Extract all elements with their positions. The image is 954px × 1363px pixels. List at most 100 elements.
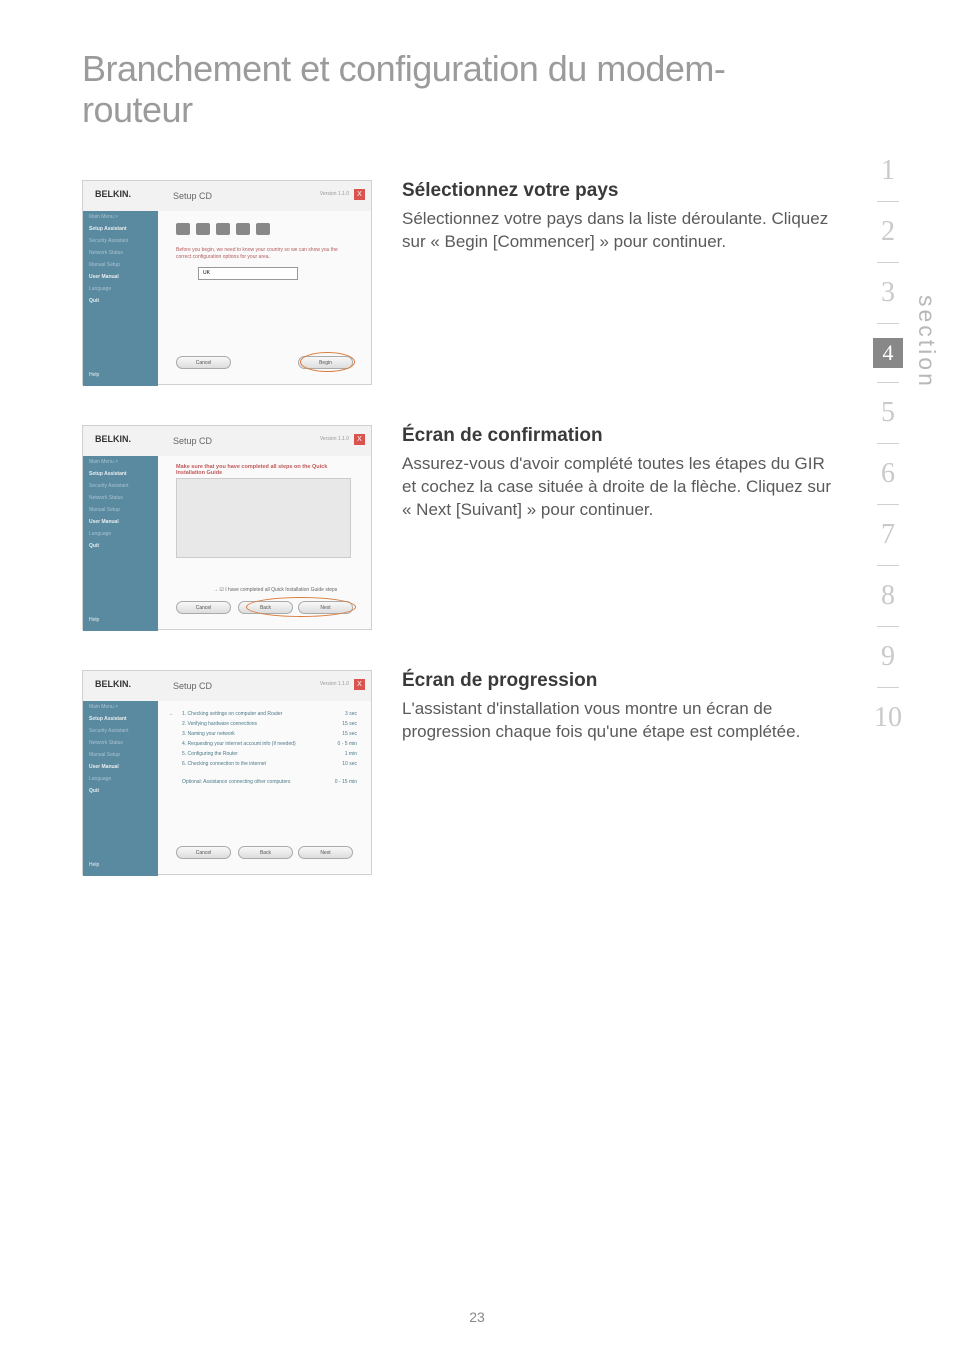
sidebar-quit[interactable]: Quit <box>83 295 158 307</box>
screenshot-main-1: Before you begin, we need to know your c… <box>158 211 371 384</box>
title-line-2: routeur <box>82 89 193 130</box>
modem-icon <box>216 223 230 235</box>
body-3: L'assistant d'installation vous montre u… <box>402 698 842 744</box>
sidebar-help[interactable]: Help <box>89 372 99 378</box>
section-row-2: BELKIN. Setup CD Version 1.1.0 X Main Me… <box>82 425 872 630</box>
sidebar-network-status-2[interactable]: Network Status <box>83 492 158 504</box>
title-line-1: Branchement et configuration du modem- <box>82 48 725 89</box>
sidebar-language-3[interactable]: Language <box>83 773 158 785</box>
page-title: Branchement et configuration du modem- r… <box>82 48 725 131</box>
nav-sep <box>877 565 899 566</box>
screenshot-confirm: BELKIN. Setup CD Version 1.1.0 X Main Me… <box>82 425 372 630</box>
cancel-button-2[interactable]: Cancel <box>176 601 231 614</box>
progress-time-5: 1 min <box>345 751 357 757</box>
nav-2[interactable]: 2 <box>881 216 895 248</box>
back-button-3[interactable]: Back <box>238 846 293 859</box>
progress-time-6: 10 sec <box>342 761 357 767</box>
screenshot-main-2: Make sure that you have completed all st… <box>158 456 371 629</box>
checkbox-text: I have completed all Quick Installation … <box>225 587 337 593</box>
sidebar-help-3[interactable]: Help <box>89 862 99 868</box>
sidebar-language-2[interactable]: Language <box>83 528 158 540</box>
sidebar-user-manual-2[interactable]: User Manual <box>83 516 158 528</box>
section-nav: 1 2 3 4 5 6 7 8 9 10 <box>858 155 918 734</box>
sidebar-setup-assistant[interactable]: Setup Assistant <box>83 223 158 235</box>
confirm-checkbox-label[interactable]: → ☑ I have completed all Quick Installat… <box>213 587 337 593</box>
text-column-1: Sélectionnez votre pays Sélectionnez vot… <box>402 180 872 385</box>
nav-3[interactable]: 3 <box>881 277 895 309</box>
heading-1: Sélectionnez votre pays <box>402 180 842 202</box>
page-number: 23 <box>469 1309 485 1325</box>
nav-4[interactable]: 4 <box>873 338 903 368</box>
highlight-circle-begin <box>300 352 355 372</box>
cancel-button-3[interactable]: Cancel <box>176 846 231 859</box>
progress-label-2: 2. Verifying hardware connections <box>182 721 257 727</box>
nav-8[interactable]: 8 <box>881 580 895 612</box>
sidebar-security-assistant[interactable]: Security Assistant <box>83 235 158 247</box>
country-instruction: Before you begin, we need to know your c… <box>176 247 353 260</box>
progress-time-3: 15 sec <box>342 731 357 737</box>
globe-icon <box>256 223 270 235</box>
brand-label-3: BELKIN. <box>95 679 131 689</box>
version-label-3: Version 1.1.0 <box>320 681 349 687</box>
heading-3: Écran de progression <box>402 670 842 692</box>
nav-sep <box>877 262 899 263</box>
progress-optional-time: 0 - 15 min <box>335 779 357 785</box>
close-icon[interactable]: X <box>354 189 365 200</box>
progress-label-5: 5. Configuring the Router <box>182 751 238 757</box>
section-row-3: BELKIN. Setup CD Version 1.1.0 X Main Me… <box>82 670 872 875</box>
sidebar-setup-assistant-3[interactable]: Setup Assistant <box>83 713 158 725</box>
section-row-1: BELKIN. Setup CD Version 1.1.0 X Main Me… <box>82 180 872 385</box>
progress-item-1: 1. Checking settings on computer and Rou… <box>182 711 357 717</box>
sidebar-setup-assistant-2[interactable]: Setup Assistant <box>83 468 158 480</box>
close-icon-3[interactable]: X <box>354 679 365 690</box>
close-icon-2[interactable]: X <box>354 434 365 445</box>
country-dropdown[interactable]: UK <box>198 267 298 280</box>
nav-9[interactable]: 9 <box>881 641 895 673</box>
nav-sep <box>877 504 899 505</box>
nav-1[interactable]: 1 <box>881 155 895 187</box>
sidebar-manual-setup-2[interactable]: Manual Setup <box>83 504 158 516</box>
sidebar-quit-2[interactable]: Quit <box>83 540 158 552</box>
nav-7[interactable]: 7 <box>881 519 895 551</box>
nav-sep <box>877 323 899 324</box>
brand-label: BELKIN. <box>95 189 131 199</box>
sidebar-main-menu[interactable]: Main Menu > <box>83 211 158 223</box>
nav-sep <box>877 687 899 688</box>
body-1: Sélectionnez votre pays dans la liste dé… <box>402 208 842 254</box>
sidebar-quit-3[interactable]: Quit <box>83 785 158 797</box>
content-area: BELKIN. Setup CD Version 1.1.0 X Main Me… <box>82 180 872 915</box>
sidebar-network-status-3[interactable]: Network Status <box>83 737 158 749</box>
sidebar-user-manual[interactable]: User Manual <box>83 271 158 283</box>
brand-label-2: BELKIN. <box>95 434 131 444</box>
progress-time-2: 15 sec <box>342 721 357 727</box>
guide-preview-image <box>176 478 351 558</box>
sidebar-main-menu-3[interactable]: Main Menu > <box>83 701 158 713</box>
computer-icon <box>176 223 190 235</box>
sidebar-user-manual-3[interactable]: User Manual <box>83 761 158 773</box>
sidebar-main-menu-2[interactable]: Main Menu > <box>83 456 158 468</box>
sidebar-security-assistant-2[interactable]: Security Assistant <box>83 480 158 492</box>
sidebar-network-status[interactable]: Network Status <box>83 247 158 259</box>
nav-sep <box>877 201 899 202</box>
next-button-3[interactable]: Next <box>298 846 353 859</box>
sidebar-security-assistant-3[interactable]: Security Assistant <box>83 725 158 737</box>
nav-6[interactable]: 6 <box>881 458 895 490</box>
sidebar-manual-setup-3[interactable]: Manual Setup <box>83 749 158 761</box>
progress-label-3: 3. Naming your network <box>182 731 235 737</box>
cloud-icon <box>236 223 250 235</box>
nav-5[interactable]: 5 <box>881 397 895 429</box>
sidebar-help-2[interactable]: Help <box>89 617 99 623</box>
progress-optional-label: Optional: Assistance connecting other co… <box>182 779 290 785</box>
router-icon <box>196 223 210 235</box>
sidebar-manual-setup[interactable]: Manual Setup <box>83 259 158 271</box>
sidebar-language[interactable]: Language <box>83 283 158 295</box>
progress-item-3: 3. Naming your network 15 sec <box>182 731 357 737</box>
text-column-3: Écran de progression L'assistant d'insta… <box>402 670 872 875</box>
nav-10[interactable]: 10 <box>874 702 902 734</box>
confirm-instruction: Make sure that you have completed all st… <box>176 464 353 476</box>
header-label: Setup CD <box>173 191 212 201</box>
arrow-indicator-icon: → <box>168 711 173 717</box>
cancel-button[interactable]: Cancel <box>176 356 231 369</box>
text-column-2: Écran de confirmation Assurez-vous d'avo… <box>402 425 872 630</box>
version-label-2: Version 1.1.0 <box>320 436 349 442</box>
